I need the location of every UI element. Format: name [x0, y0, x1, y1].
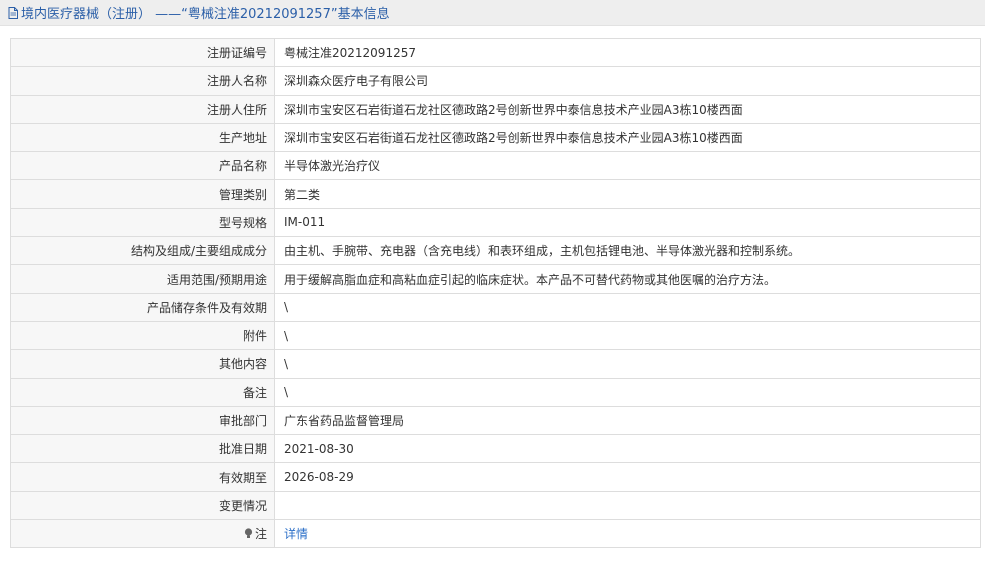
table-row: 有效期至 2026-08-29: [10, 462, 981, 492]
row-label: 生产地址: [10, 122, 275, 153]
row-value: 粤械注准20212091257: [274, 37, 981, 68]
row-value: \: [274, 349, 981, 379]
page-title: 境内医疗器械（注册） ——“粤械注准20212091257”基本信息: [21, 7, 390, 22]
row-value: \: [274, 320, 981, 351]
row-label: 其他内容: [10, 349, 275, 379]
table-row: 生产地址 深圳市宝安区石岩街道石龙社区德政路2号创新世界中泰信息技术产业园A3栋1…: [10, 122, 981, 153]
table-row: 注册人名称 深圳森众医疗电子有限公司: [10, 66, 981, 96]
table-row: 注册证编号 粤械注准20212091257: [10, 37, 981, 68]
table-row: 产品名称 半导体激光治疗仪: [10, 151, 981, 181]
page-title-bar: 境内医疗器械（注册） ——“粤械注准20212091257”基本信息: [0, 0, 985, 26]
document-icon: [8, 6, 18, 19]
row-value: 半导体激光治疗仪: [274, 151, 981, 181]
row-value: \: [274, 377, 981, 407]
row-value: IM-011: [274, 207, 981, 238]
row-label: 注: [10, 519, 275, 549]
row-value: \: [274, 292, 981, 322]
row-value: 深圳森众医疗电子有限公司: [274, 66, 981, 96]
table-row-note: 注 详情: [10, 519, 981, 549]
detail-table: 注册证编号 粤械注准20212091257 注册人名称 深圳森众医疗电子有限公司 注册人…: [10, 37, 981, 549]
table-row: 备注 \: [10, 377, 981, 407]
row-label: 适用范围/预期用途: [10, 264, 275, 294]
row-label: 型号规格: [10, 207, 275, 238]
table-row: 结构及组成/主要组成成分 由主机、手腕带、充电器（含充电线）和表环组成，主机包括锂…: [10, 236, 981, 266]
row-label: 注册证编号: [10, 37, 275, 68]
table-row: 型号规格 IM-011: [10, 207, 981, 238]
table-row: 注册人住所 深圳市宝安区石岩街道石龙社区德政路2号创新世界中泰信息技术产业园A3栋…: [10, 94, 981, 124]
row-value: 用于缓解高脂血症和高粘血症引起的临床症状。本产品不可替代药物或其他医嘱的治疗方法…: [274, 264, 981, 294]
row-value: 第二类: [274, 179, 981, 209]
row-value: 2026-08-29: [274, 462, 981, 492]
row-value: 广东省药品监督管理局: [274, 405, 981, 436]
row-label: 产品名称: [10, 151, 275, 181]
table-row: 附件 \: [10, 320, 981, 351]
table-row: 批准日期 2021-08-30: [10, 434, 981, 464]
table-row: 管理类别 第二类: [10, 179, 981, 209]
row-value: [274, 490, 981, 521]
table-row: 审批部门 广东省药品监督管理局: [10, 405, 981, 436]
row-label: 结构及组成/主要组成成分: [10, 236, 275, 266]
row-label: 有效期至: [10, 462, 275, 492]
row-value: 深圳市宝安区石岩街道石龙社区德政路2号创新世界中泰信息技术产业园A3栋10楼西面: [274, 94, 981, 124]
row-label: 注册人住所: [10, 94, 275, 124]
row-label: 变更情况: [10, 490, 275, 521]
row-value: 由主机、手腕带、充电器（含充电线）和表环组成，主机包括锂电池、半导体激光器和控制…: [274, 236, 981, 266]
table-row: 变更情况: [10, 490, 981, 521]
table-row: 适用范围/预期用途 用于缓解高脂血症和高粘血症引起的临床症状。本产品不可替代药物或…: [10, 264, 981, 294]
row-value: 深圳市宝安区石岩街道石龙社区德政路2号创新世界中泰信息技术产业园A3栋10楼西面: [274, 122, 981, 153]
note-label: 注: [254, 527, 267, 542]
row-label: 附件: [10, 320, 275, 351]
lightbulb-icon: [244, 528, 253, 539]
row-label: 备注: [10, 377, 275, 407]
row-value: 详情: [274, 519, 981, 549]
row-label: 审批部门: [10, 405, 275, 436]
row-label: 注册人名称: [10, 66, 275, 96]
row-value: 2021-08-30: [274, 434, 981, 464]
row-label: 产品储存条件及有效期: [10, 292, 275, 322]
table-row: 产品储存条件及有效期 \: [10, 292, 981, 322]
details-link[interactable]: 详情: [284, 527, 308, 541]
row-label: 管理类别: [10, 179, 275, 209]
row-label: 批准日期: [10, 434, 275, 464]
table-row: 其他内容 \: [10, 349, 981, 379]
